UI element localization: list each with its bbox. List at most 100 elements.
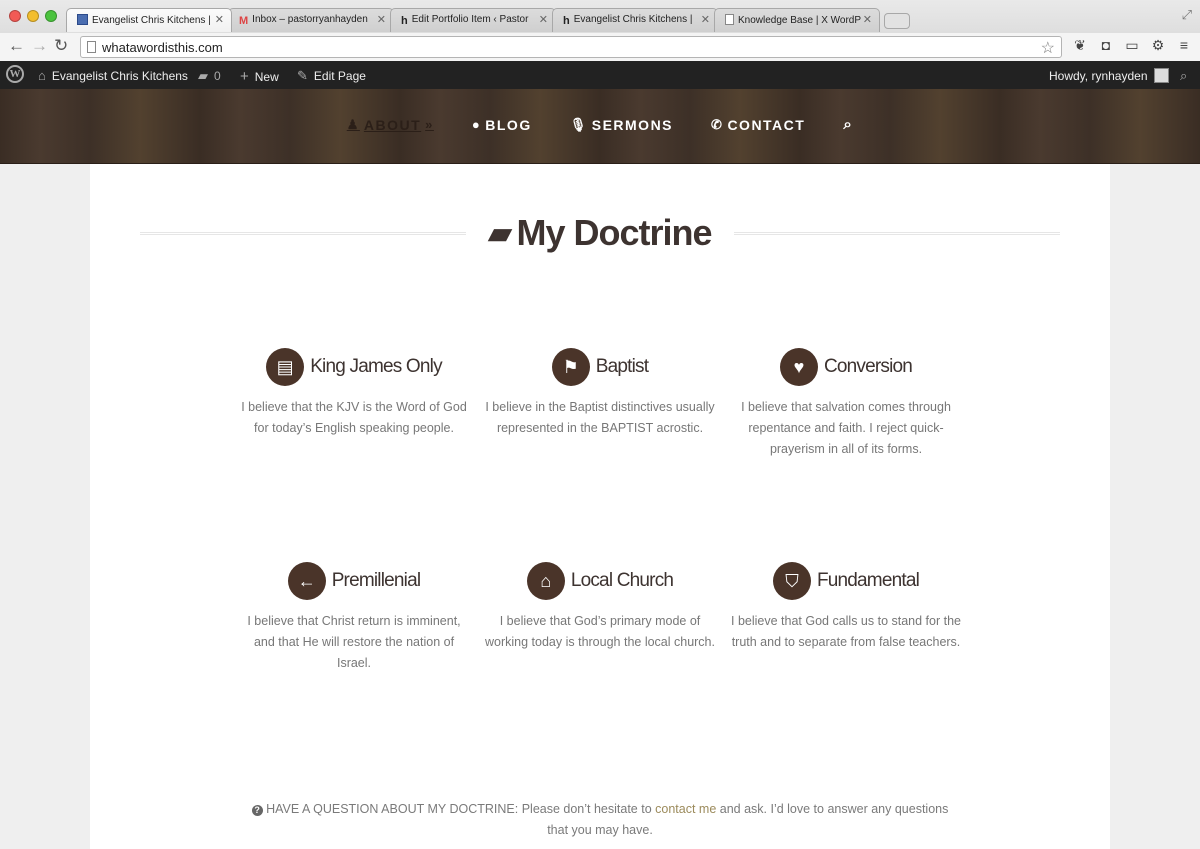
home-icon: ⌂ bbox=[38, 68, 46, 83]
feature-head: ⌂ Local Church bbox=[485, 561, 715, 601]
close-icon[interactable]: ✕ bbox=[215, 13, 224, 26]
feature-title: Conversion bbox=[823, 356, 913, 377]
comment-icon: ● bbox=[471, 117, 482, 132]
site-name: Evangelist Chris Kitchens bbox=[51, 68, 188, 83]
microphone-icon: 🎙︎ bbox=[569, 116, 588, 132]
contact-me-link[interactable]: contact me bbox=[655, 802, 716, 816]
nav-search-button[interactable]: ⌕ bbox=[843, 116, 853, 133]
feature-fundamental: ⛉ Fundamental I believe that God calls u… bbox=[731, 561, 961, 653]
reload-button[interactable]: ↻ bbox=[54, 36, 68, 56]
shield-icon: ⛉ bbox=[772, 562, 811, 600]
doctrine-question-note: ? HAVE A QUESTION ABOUT MY DOCTRINE: Ple… bbox=[240, 799, 960, 841]
page-title-text: My Doctrine bbox=[516, 212, 713, 253]
page-icon bbox=[87, 41, 96, 53]
back-button[interactable]: ← bbox=[8, 36, 25, 56]
browser-tab-2[interactable]: M Inbox – pastorryanhayden ✕ bbox=[228, 8, 394, 32]
nav-item-sermons[interactable]: 🎙︎ SERMONS bbox=[570, 116, 673, 133]
menu-icon[interactable]: ≡ bbox=[1176, 37, 1192, 53]
close-icon[interactable]: ✕ bbox=[539, 13, 548, 26]
zoom-window-button[interactable] bbox=[45, 10, 57, 22]
browser-toolbar: ← → ↻ whatawordisthis.com ☆ ❦ ◘ ▭ ⚙ ≡ bbox=[0, 33, 1200, 61]
account-menu[interactable]: Howdy, rynhayden bbox=[1049, 68, 1169, 83]
browser-tab-4[interactable]: h Evangelist Chris Kitchens | ✕ bbox=[552, 8, 718, 32]
tab-title: Edit Portfolio Item ‹ Pastor bbox=[411, 14, 529, 25]
page-icon bbox=[725, 14, 734, 25]
feature-head: ▤ King James Only bbox=[239, 347, 469, 387]
pocket-extension-icon[interactable]: ◘ bbox=[1098, 37, 1114, 53]
close-icon[interactable]: ✕ bbox=[863, 13, 872, 26]
site-header: ♟ ABOUT » ● BLOG 🎙︎ SERMONS ✆ CONTACT ⌕ bbox=[0, 89, 1200, 164]
tab-title: Inbox – pastorryanhayden bbox=[252, 14, 368, 25]
feature-title: Fundamental bbox=[816, 570, 920, 591]
wordpress-logo-button[interactable]: W bbox=[6, 65, 24, 83]
comments-count: 0 bbox=[214, 69, 221, 83]
nav-label: ABOUT bbox=[363, 116, 422, 133]
book-icon: ▰ bbox=[488, 217, 511, 250]
feature-local-church: ⌂ Local Church I believe that God’s prim… bbox=[485, 561, 715, 653]
nav-label: SERMONS bbox=[591, 116, 674, 133]
admin-search-button[interactable]: ⌕ bbox=[1180, 68, 1187, 84]
page-title: ▰ My Doctrine bbox=[140, 212, 1060, 254]
search-icon: ⌕ bbox=[843, 116, 854, 133]
url-text: whatawordisthis.com bbox=[102, 40, 223, 55]
nav-label: CONTACT bbox=[727, 116, 806, 133]
question-circle-icon: ? bbox=[251, 805, 263, 816]
feature-text: I believe that the KJV is the Word of Go… bbox=[241, 400, 467, 435]
grid-favicon-icon bbox=[77, 14, 88, 25]
pencil-icon: ✎ bbox=[297, 68, 308, 83]
book-icon: ▤ bbox=[266, 348, 305, 386]
settings-gear-icon[interactable]: ⚙ bbox=[1150, 37, 1166, 53]
new-content-link[interactable]: + New bbox=[240, 68, 279, 85]
feature-text: I believe that Christ return is imminent… bbox=[247, 614, 461, 670]
browser-tab-5[interactable]: Knowledge Base | X WordP ✕ bbox=[714, 8, 880, 32]
howdy-text: Howdy, rynhayden bbox=[1049, 68, 1148, 83]
chevron-down-icon: » bbox=[425, 117, 434, 132]
comment-bubble-icon: ▰ bbox=[198, 68, 208, 83]
close-icon[interactable]: ✕ bbox=[701, 13, 710, 26]
arrow-left-icon: ← bbox=[287, 562, 326, 600]
browser-tab-1[interactable]: Evangelist Chris Kitchens | ✕ bbox=[66, 8, 232, 32]
feature-text: I believe that God calls us to stand for… bbox=[731, 614, 961, 649]
edit-page-link[interactable]: ✎ Edit Page bbox=[297, 68, 366, 84]
new-tab-button[interactable] bbox=[884, 13, 910, 29]
search-icon: ⌕ bbox=[1180, 68, 1188, 83]
new-label: New bbox=[254, 69, 279, 84]
fullscreen-icon[interactable]: ⤢ bbox=[1182, 7, 1192, 23]
screen-extension-icon[interactable]: ▭ bbox=[1124, 37, 1140, 53]
nav-item-about[interactable]: ♟ ABOUT » bbox=[347, 116, 434, 133]
wordpress-icon: W bbox=[6, 65, 24, 83]
question-prefix: HAVE A QUESTION ABOUT MY DOCTRINE: Pleas… bbox=[266, 802, 656, 816]
nav-label: BLOG bbox=[485, 116, 532, 133]
forward-button[interactable]: → bbox=[31, 36, 48, 56]
page-title-row: ▰ My Doctrine bbox=[140, 212, 1060, 254]
close-icon[interactable]: ✕ bbox=[377, 13, 386, 26]
flag-icon: ⚑ bbox=[551, 348, 590, 386]
feature-conversion: ♥ Conversion I believe that salvation co… bbox=[731, 347, 961, 460]
heart-icon: ♥ bbox=[779, 348, 818, 386]
feature-text: I believe in the Baptist distinctives us… bbox=[485, 400, 715, 435]
evernote-extension-icon[interactable]: ❦ bbox=[1072, 37, 1088, 53]
nav-item-blog[interactable]: ● BLOG bbox=[472, 116, 532, 133]
main-navigation: ♟ ABOUT » ● BLOG 🎙︎ SERMONS ✆ CONTACT ⌕ bbox=[0, 116, 1200, 133]
minimize-window-button[interactable] bbox=[27, 10, 39, 22]
bookmark-star-icon[interactable]: ☆ bbox=[1041, 38, 1055, 58]
nav-item-contact[interactable]: ✆ CONTACT bbox=[711, 116, 805, 133]
feature-title: Local Church bbox=[570, 570, 674, 591]
h-favicon-icon: h bbox=[563, 15, 570, 27]
site-name-link[interactable]: ⌂ Evangelist Chris Kitchens bbox=[38, 68, 188, 83]
feature-premillenial: ← Premillenial I believe that Christ ret… bbox=[239, 561, 469, 674]
feature-baptist: ⚑ Baptist I believe in the Baptist disti… bbox=[485, 347, 715, 439]
browser-tab-3[interactable]: h Edit Portfolio Item ‹ Pastor ✕ bbox=[390, 8, 556, 32]
browser-chrome: Evangelist Chris Kitchens | ✕ M Inbox – p… bbox=[0, 0, 1200, 61]
feature-text: I believe that God’s primary mode of wor… bbox=[485, 614, 715, 649]
feature-head: ⚑ Baptist bbox=[485, 347, 715, 387]
plus-icon: + bbox=[240, 68, 249, 85]
feature-title: Baptist bbox=[595, 356, 649, 377]
feature-head: ⛉ Fundamental bbox=[731, 561, 961, 601]
user-icon: ♟ bbox=[346, 116, 360, 132]
address-bar[interactable]: whatawordisthis.com ☆ bbox=[80, 36, 1062, 58]
feature-text: I believe that salvation comes through r… bbox=[741, 400, 951, 456]
comments-link[interactable]: ▰ 0 bbox=[198, 68, 221, 84]
close-window-button[interactable] bbox=[9, 10, 21, 22]
edit-page-label: Edit Page bbox=[313, 69, 366, 83]
